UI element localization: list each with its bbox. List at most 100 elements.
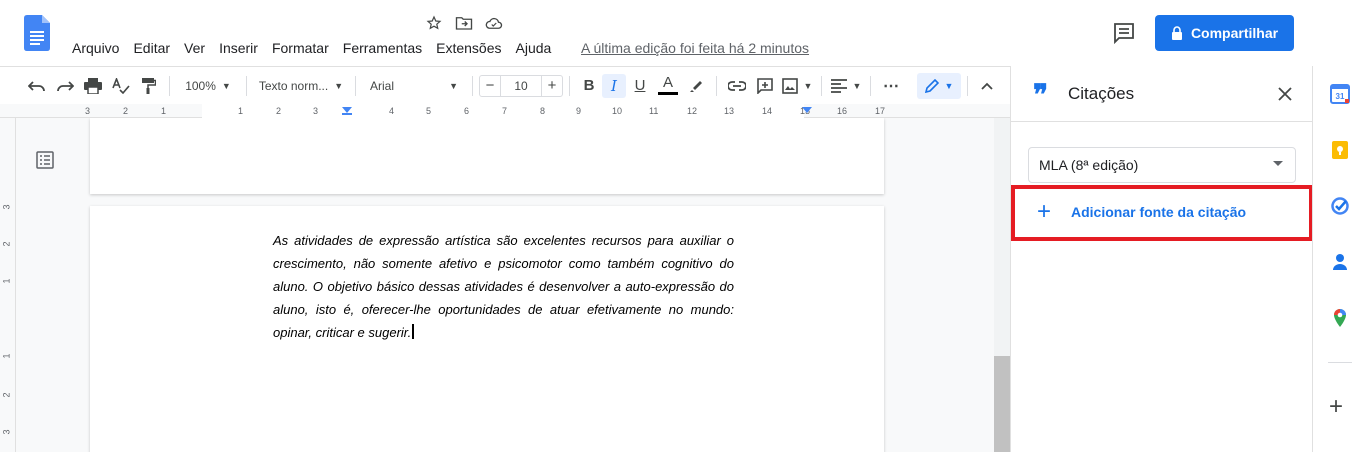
ruler-number: 6 bbox=[464, 106, 470, 116]
cloud-saved-icon[interactable] bbox=[484, 13, 504, 33]
ruler-number: 13 bbox=[724, 106, 735, 116]
toolbar-divider bbox=[569, 75, 570, 96]
share-button[interactable]: Compartilhar bbox=[1155, 15, 1294, 51]
horizontal-ruler[interactable]: 3 2 1 1 2 3 4 5 6 7 8 9 10 11 12 13 14 1… bbox=[0, 104, 1010, 118]
tasks-icon[interactable] bbox=[1330, 196, 1350, 216]
text-color-label: A bbox=[662, 74, 673, 91]
document-outline-icon[interactable] bbox=[35, 150, 55, 170]
toolbar-divider bbox=[355, 75, 356, 96]
vruler-number: 3 bbox=[1, 429, 12, 435]
side-apps-divider bbox=[1328, 362, 1352, 363]
chevron-down-icon: ▼ bbox=[334, 80, 344, 91]
vruler-number: 2 bbox=[1, 241, 12, 247]
paragraph-style-select[interactable]: Texto norm... ▼ bbox=[253, 72, 349, 100]
vruler-number: 3 bbox=[1, 204, 12, 210]
bold-button[interactable]: B bbox=[576, 72, 602, 100]
vruler-number: 1 bbox=[1, 353, 12, 359]
underline-button[interactable]: U bbox=[626, 72, 654, 100]
font-size-input[interactable]: 10 bbox=[501, 74, 541, 97]
paint-format-icon[interactable] bbox=[135, 72, 163, 100]
add-comment-icon[interactable] bbox=[751, 72, 779, 100]
formatting-toolbar: 100% ▼ Texto norm... ▼ Arial ▼ − 10 + B I U… bbox=[0, 66, 1010, 104]
vruler-number: 1 bbox=[1, 278, 12, 284]
add-citation-source-button[interactable]: + Adicionar fonte da citação bbox=[1011, 185, 1313, 241]
zoom-value: 100% bbox=[185, 78, 216, 93]
contacts-icon[interactable] bbox=[1330, 252, 1350, 272]
decrease-font-size-button[interactable]: − bbox=[479, 74, 501, 97]
toolbar-divider bbox=[246, 75, 247, 96]
citations-panel: ❞ Citações MLA (8ª edição) + Adicionar f… bbox=[1010, 66, 1313, 452]
font-select[interactable]: Arial ▼ bbox=[362, 72, 466, 100]
ruler-number: 17 bbox=[875, 106, 886, 116]
comment-history-icon[interactable] bbox=[1112, 21, 1136, 45]
print-icon[interactable] bbox=[79, 72, 107, 100]
paragraph-style-value: Texto norm... bbox=[258, 78, 329, 93]
align-left-icon[interactable]: ▼ bbox=[828, 72, 864, 100]
document-page[interactable] bbox=[90, 118, 884, 194]
undo-icon[interactable] bbox=[23, 72, 51, 100]
toolbar-divider bbox=[967, 75, 968, 96]
chevron-down-icon bbox=[1273, 161, 1283, 166]
ruler-number: 1 bbox=[238, 106, 244, 116]
font-value: Arial bbox=[370, 78, 395, 93]
maps-icon[interactable] bbox=[1330, 308, 1350, 328]
ruler-number: 1 bbox=[161, 106, 167, 116]
spellcheck-icon[interactable] bbox=[107, 72, 135, 100]
get-addons-plus-icon[interactable]: + bbox=[1329, 395, 1343, 419]
text-cursor bbox=[412, 324, 415, 339]
insert-link-icon[interactable] bbox=[723, 72, 751, 100]
pencil-icon bbox=[924, 78, 939, 93]
close-icon[interactable] bbox=[1274, 83, 1296, 105]
ruler-number: 11 bbox=[649, 106, 659, 116]
ruler-number: 3 bbox=[85, 106, 91, 116]
move-folder-icon[interactable] bbox=[454, 13, 474, 33]
chevron-down-icon: ▼ bbox=[944, 80, 954, 91]
ruler-number: 7 bbox=[502, 106, 508, 116]
highlight-color-icon[interactable] bbox=[682, 72, 710, 100]
docs-logo-icon[interactable] bbox=[24, 15, 50, 51]
scrollbar-thumb[interactable] bbox=[994, 356, 1010, 452]
last-edit-link[interactable]: A última edição foi feita há 2 minutos bbox=[581, 40, 809, 56]
ruler-number: 3 bbox=[313, 106, 319, 116]
editing-mode-button[interactable]: ▼ bbox=[917, 72, 961, 99]
increase-font-size-button[interactable]: + bbox=[541, 74, 563, 97]
share-label: Compartilhar bbox=[1190, 25, 1279, 41]
menu-file[interactable]: Arquivo bbox=[72, 40, 119, 56]
citation-style-value: MLA (8ª edição) bbox=[1039, 157, 1139, 173]
menu-extensions[interactable]: Extensões bbox=[436, 40, 501, 56]
ruler-number: 2 bbox=[276, 106, 282, 116]
keep-icon[interactable] bbox=[1330, 140, 1350, 160]
right-indent-marker-icon[interactable] bbox=[802, 106, 812, 114]
ruler-number: 16 bbox=[837, 106, 848, 116]
redo-icon[interactable] bbox=[51, 72, 79, 100]
ruler-number: 8 bbox=[540, 106, 546, 116]
vertical-ruler: 3 2 1 1 2 3 bbox=[0, 118, 16, 452]
insert-image-icon[interactable]: ▼ bbox=[779, 72, 815, 100]
document-scrollbar[interactable] bbox=[994, 118, 1010, 452]
star-icon[interactable] bbox=[424, 13, 444, 33]
calendar-icon[interactable]: 31 bbox=[1330, 84, 1350, 104]
menu-format[interactable]: Formatar bbox=[272, 40, 329, 56]
menu-insert[interactable]: Inserir bbox=[219, 40, 258, 56]
menu-tools[interactable]: Ferramentas bbox=[343, 40, 422, 56]
quote-icon: ❞ bbox=[1033, 78, 1049, 111]
zoom-select[interactable]: 100% ▼ bbox=[176, 72, 240, 100]
menu-help[interactable]: Ajuda bbox=[516, 40, 552, 56]
text-color-swatch bbox=[658, 92, 678, 95]
chevron-down-icon: ▼ bbox=[449, 80, 458, 91]
chevron-down-icon: ▼ bbox=[803, 80, 813, 91]
hide-menus-icon[interactable] bbox=[974, 72, 1000, 100]
menu-view[interactable]: Ver bbox=[184, 40, 205, 56]
ruler-number: 12 bbox=[687, 106, 698, 116]
document-paragraph[interactable]: As atividades de expressão artística são… bbox=[273, 229, 734, 344]
left-indent-marker-icon[interactable] bbox=[341, 106, 353, 116]
vruler-number: 2 bbox=[1, 392, 12, 398]
citation-style-select[interactable]: MLA (8ª edição) bbox=[1028, 147, 1296, 183]
more-options-icon[interactable]: ⋯ bbox=[877, 72, 905, 100]
ruler-number: 10 bbox=[612, 106, 623, 116]
italic-button[interactable]: I bbox=[602, 73, 626, 98]
text-color-button[interactable]: A bbox=[654, 72, 682, 100]
ruler-number: 5 bbox=[426, 106, 432, 116]
menu-edit[interactable]: Editar bbox=[133, 40, 170, 56]
toolbar-divider bbox=[169, 75, 170, 96]
